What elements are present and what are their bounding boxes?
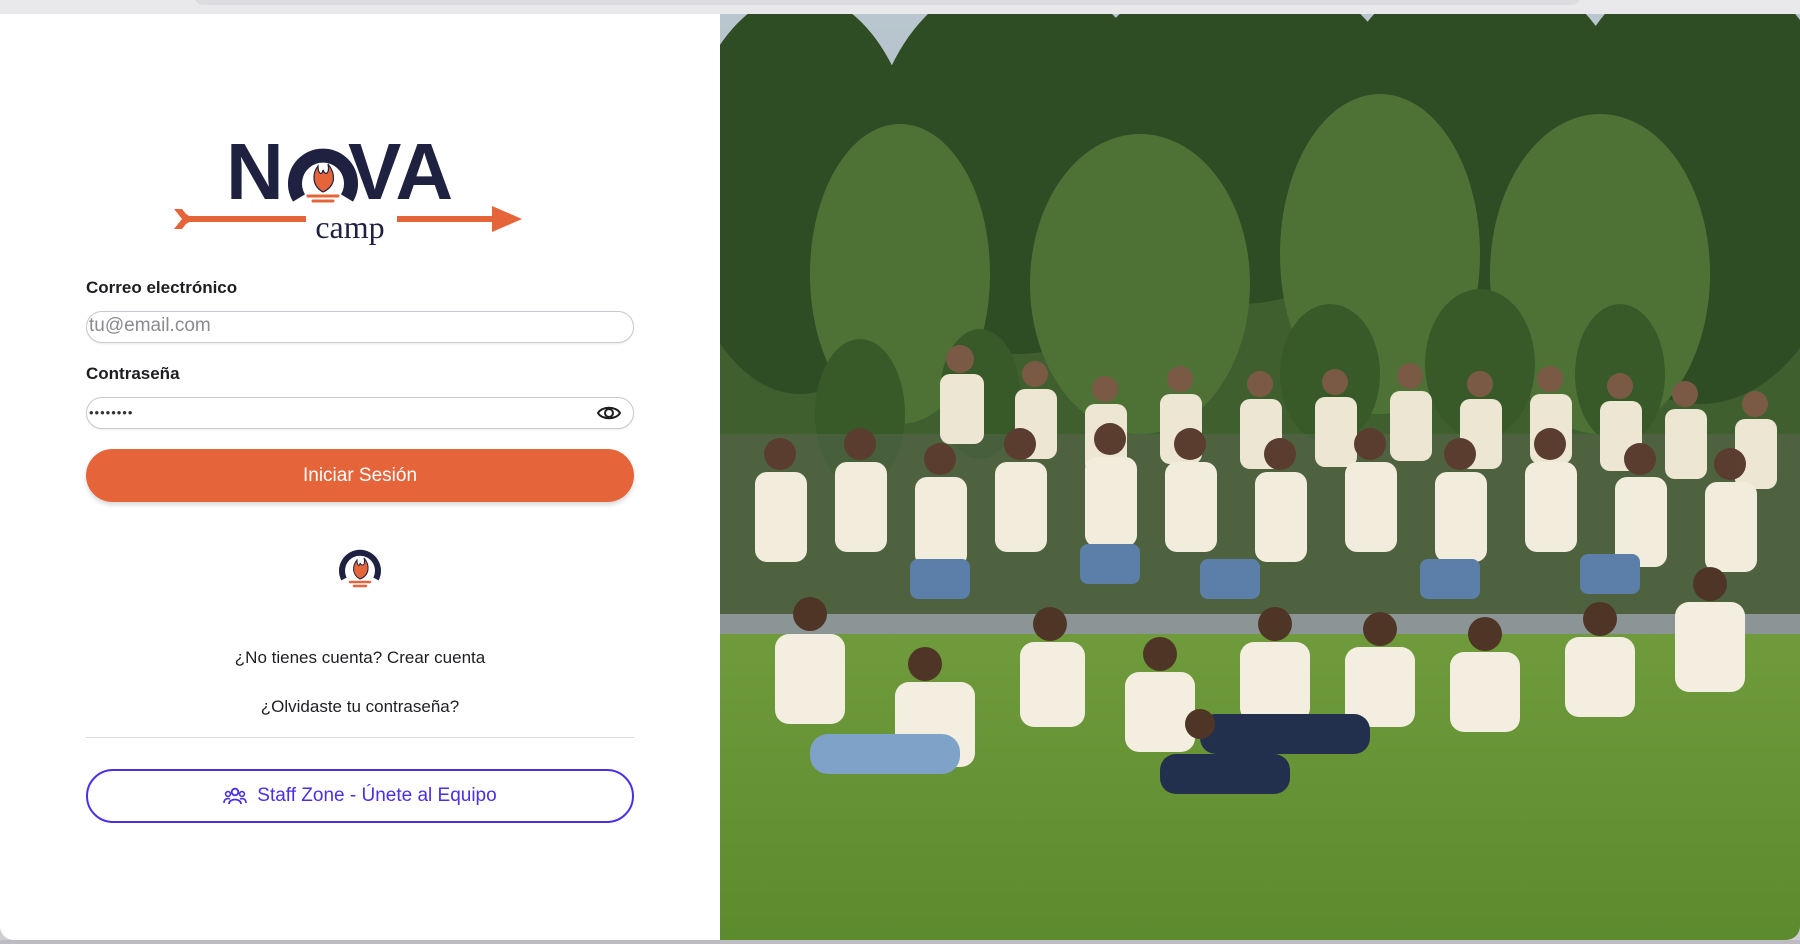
group-photo-image [720,14,1800,940]
email-field-wrapper [86,311,634,343]
login-window: N VA camp Correo electrónico Contraseña [0,14,1800,940]
password-field[interactable] [87,398,569,426]
password-label: Contraseña [86,364,180,383]
staff-zone-button[interactable]: Staff Zone - Únete al Equipo [86,769,634,823]
eye-icon[interactable] [597,403,621,423]
password-field-wrapper [86,397,634,429]
bottom-edge [0,940,1800,944]
hero-photo [720,14,1800,940]
divider [86,737,634,738]
logo-camp-text: camp [315,209,384,245]
logo-letters-va: VA [348,134,453,216]
campfire-icon [339,549,381,588]
email-label: Correo electrónico [86,278,238,297]
logo-letter-n: N [226,134,284,216]
login-panel: N VA camp Correo electrónico Contraseña [0,14,720,940]
email-field[interactable] [87,312,569,340]
users-icon [223,787,248,805]
login-button[interactable]: Iniciar Sesión [86,449,634,502]
staff-zone-label: Staff Zone - Únete al Equipo [257,785,497,806]
nova-camp-logo: N VA camp [174,134,522,245]
browser-top-bar [0,0,1800,15]
forgot-password-link[interactable]: ¿Olvidaste tu contraseña? [86,697,634,717]
create-account-link[interactable]: ¿No tienes cuenta? Crear cuenta [86,648,634,668]
address-bar-edge [195,0,1580,5]
